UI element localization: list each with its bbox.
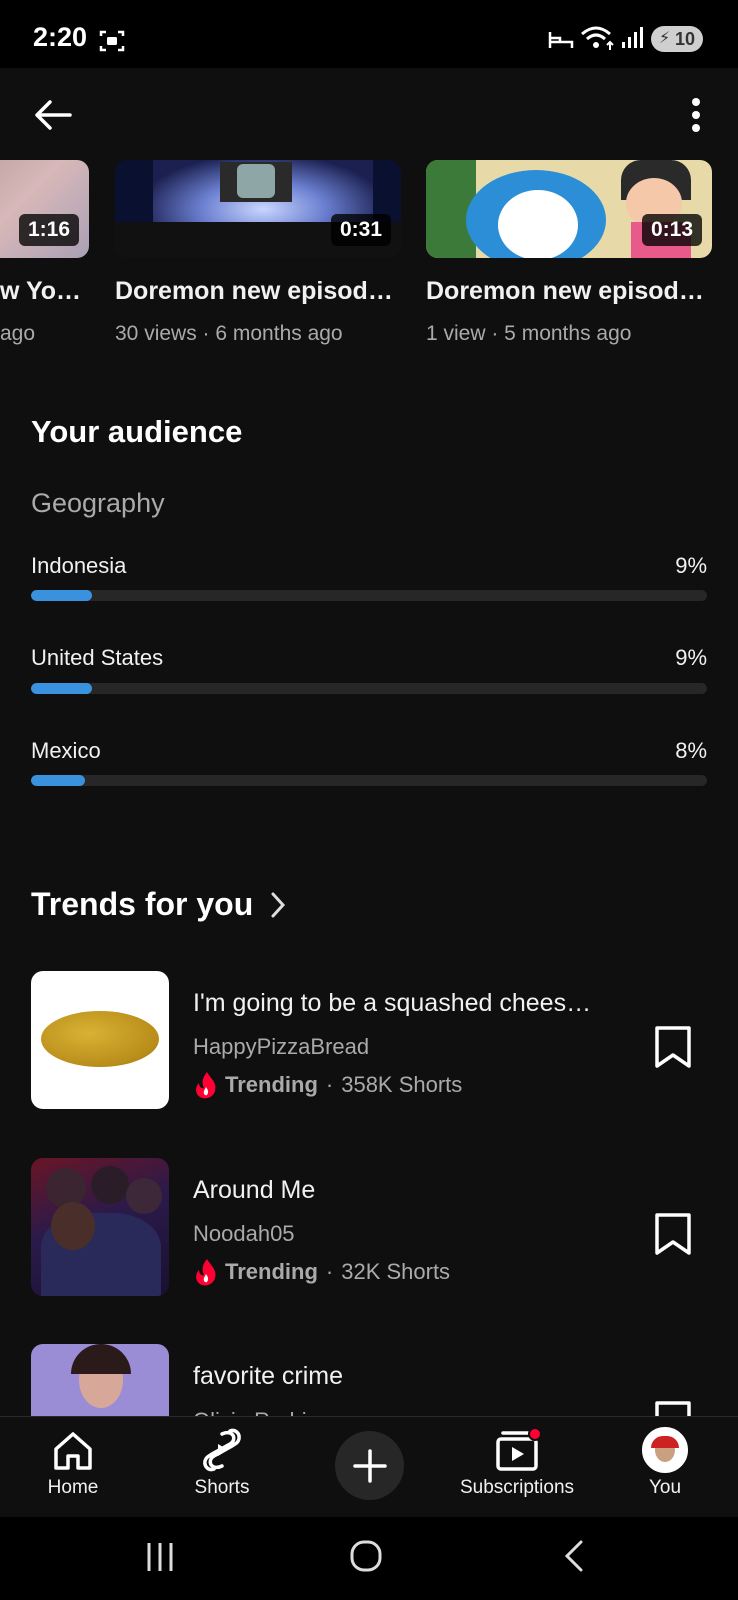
signal-icon (622, 27, 643, 48)
trend-title[interactable]: Around Me (193, 1176, 315, 1205)
more-options-button[interactable] (676, 90, 716, 140)
video-meta: 1 view · 5 months ago (426, 322, 632, 345)
bookmark-button[interactable] (652, 1400, 694, 1416)
video-duration: 0:13 (641, 214, 702, 246)
nav-subscriptions[interactable]: Subscriptions (457, 1417, 577, 1517)
bookmark-icon[interactable] (652, 1212, 694, 1256)
shorts-count: 358K Shorts (341, 1072, 463, 1097)
audience-title: Your audience (31, 414, 243, 449)
video-title[interactable]: Doremon new episode… (115, 277, 401, 306)
video-title[interactable]: w You… (0, 277, 92, 306)
shorts-count: 32K Shorts (341, 1259, 451, 1284)
video-title[interactable]: Doremon new episode… (426, 277, 712, 306)
trends-header[interactable]: Trends for you (31, 886, 287, 923)
video-duration: 0:31 (330, 214, 391, 246)
system-nav-bar (0, 1517, 738, 1600)
flame-icon (196, 1259, 216, 1286)
avatar (642, 1427, 688, 1473)
bottom-nav: Home Shorts Subscriptions You (0, 1416, 738, 1516)
more-vert-icon (692, 98, 700, 132)
plus-icon (352, 1448, 387, 1483)
battery-level: 10 (674, 29, 695, 49)
trend-channel[interactable]: HappyPizzaBread (193, 1034, 369, 1060)
video-thumbnail[interactable]: 0:13 (426, 160, 712, 258)
geography-subtitle: Geography (31, 488, 165, 518)
status-bar: 2:20 ⚡ 10 (0, 0, 738, 68)
nav-you[interactable]: You (605, 1417, 725, 1517)
country-bar-track (31, 590, 707, 601)
status-time: 2:20 (33, 22, 88, 52)
country-name: Mexico (31, 738, 101, 763)
trend-channel[interactable]: Olivia Rodrigo (193, 1408, 331, 1416)
home-circle-icon[interactable] (349, 1539, 383, 1573)
bookmark-icon (655, 1401, 691, 1416)
chevron-right-icon (271, 892, 286, 917)
trend-thumbnail[interactable] (31, 1158, 169, 1296)
country-bar-track (31, 683, 707, 694)
trend-title[interactable]: favorite crime (193, 1362, 343, 1391)
trending-label: Trending (225, 1072, 318, 1097)
bookmark-icon[interactable] (652, 1025, 694, 1069)
nav-you-label: You (648, 1477, 682, 1498)
country-percent: 9% (675, 553, 707, 578)
trend-title[interactable]: I'm going to be a squashed chees… (193, 989, 591, 1018)
wifi-icon (581, 26, 614, 50)
country-bar-fill (31, 775, 86, 786)
video-duration: 1:16 (18, 214, 79, 246)
nav-shorts[interactable]: Shorts (162, 1417, 282, 1517)
do-not-disturb-bed-icon (548, 32, 574, 48)
trend-channel[interactable]: Noodah05 (193, 1221, 295, 1247)
country-bar-track (31, 775, 707, 786)
video-meta: ago (0, 322, 36, 345)
nav-home[interactable]: Home (13, 1417, 133, 1517)
video-thumbnail[interactable]: 0:31 (115, 160, 401, 258)
trend-thumbnail[interactable] (31, 971, 169, 1109)
arrow-left-icon (35, 100, 72, 130)
country-name: United States (31, 645, 164, 670)
nav-subscriptions-label: Subscriptions (459, 1477, 575, 1498)
trends-title: Trends for you (31, 886, 254, 922)
country-percent: 8% (675, 738, 707, 763)
screenshot-icon (99, 30, 125, 52)
trend-meta: Trending · 358K Shorts (193, 1070, 462, 1100)
video-thumbnail[interactable]: 1:16 (0, 160, 89, 258)
charging-bolt-icon: ⚡ (659, 30, 671, 47)
nav-shorts-label: Shorts (194, 1477, 250, 1498)
back-button[interactable] (28, 90, 78, 140)
country-bar-fill (31, 590, 92, 601)
country-percent: 9% (675, 645, 707, 670)
flame-icon (196, 1072, 216, 1099)
trending-label: Trending (225, 1259, 318, 1284)
trend-meta: Trending · 32K Shorts (193, 1257, 450, 1287)
meta-separator: · (325, 1072, 334, 1097)
video-meta: 30 views · 6 months ago (115, 322, 343, 345)
notification-dot (528, 1427, 542, 1441)
shorts-icon (203, 1428, 241, 1472)
recent-apps-icon[interactable] (145, 1541, 175, 1573)
system-back-icon[interactable] (562, 1539, 586, 1573)
nav-home-label: Home (47, 1477, 99, 1498)
home-icon (54, 1432, 92, 1470)
battery-indicator: ⚡ 10 (651, 26, 703, 52)
country-name: Indonesia (31, 553, 127, 578)
country-bar-fill (31, 683, 92, 694)
trend-thumbnail[interactable] (31, 1344, 169, 1416)
meta-separator: · (325, 1259, 334, 1284)
create-button[interactable] (335, 1431, 404, 1500)
